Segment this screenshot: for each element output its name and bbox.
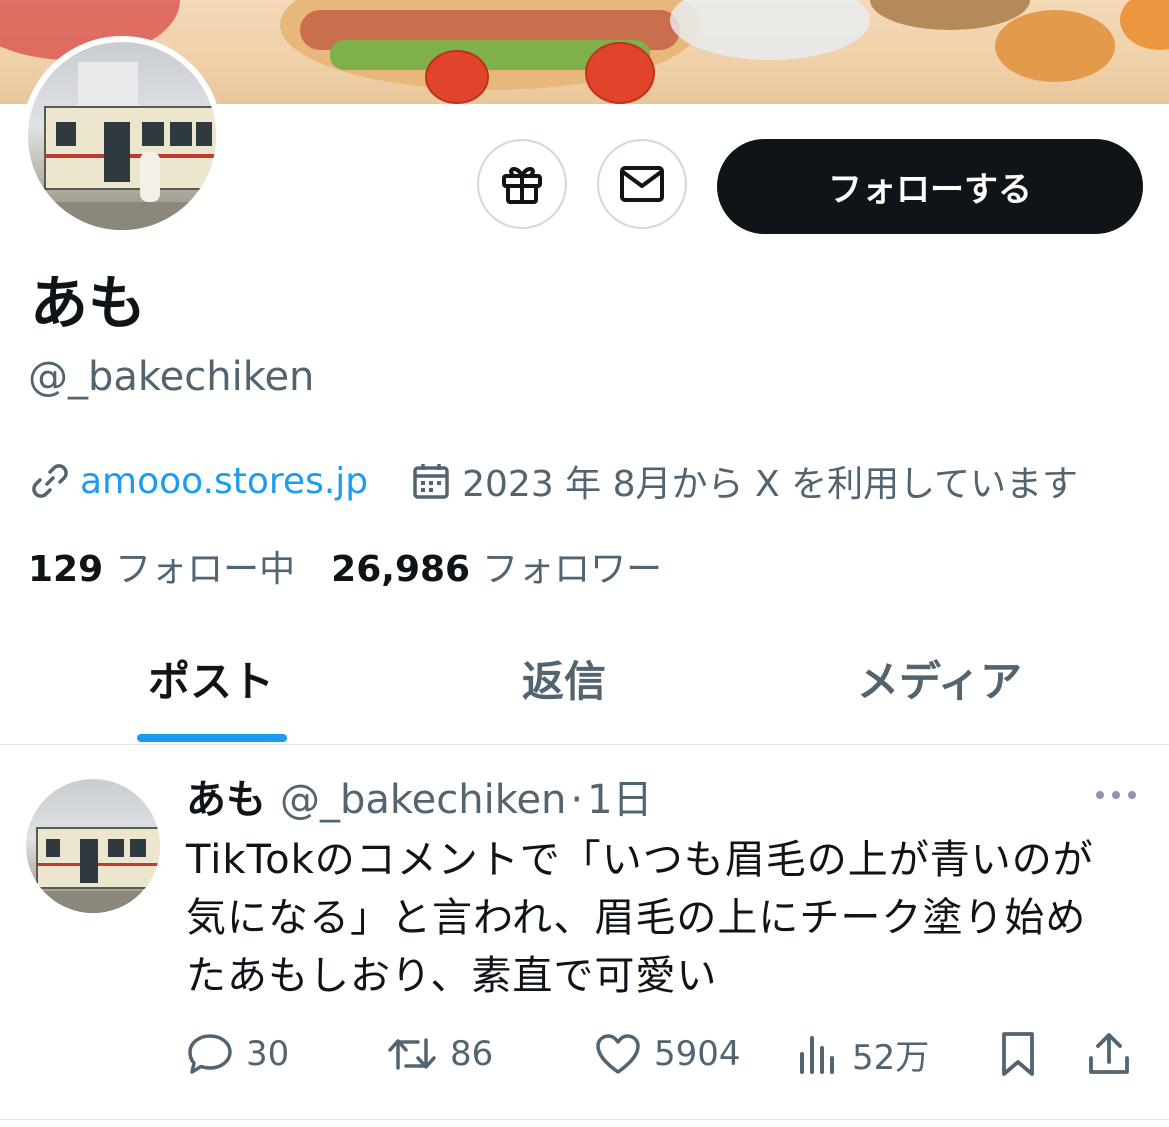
- like-count: 5904: [654, 1034, 741, 1074]
- share-icon: [1089, 1033, 1129, 1074]
- mail-icon: [620, 166, 664, 202]
- profile-website-link[interactable]: amooo.stores.jp: [80, 461, 368, 502]
- post[interactable]: あも @_bakechiken · 1日 TikTokのコメントで「いつも眉毛の上が青…: [0, 745, 1169, 1120]
- link-icon: [32, 464, 68, 498]
- tab-media[interactable]: メディア: [857, 648, 1022, 709]
- profile-tabs: ポスト 返信 メディア: [0, 628, 1169, 745]
- following-stat[interactable]: 129 フォロー中: [28, 540, 295, 592]
- following-count: 129: [28, 549, 104, 590]
- views-button[interactable]: 52万: [796, 1029, 929, 1079]
- repost-icon: [388, 1038, 436, 1070]
- post-author-handle[interactable]: @_bakechiken: [280, 777, 566, 823]
- reply-button[interactable]: 30: [186, 1029, 289, 1079]
- profile-stats: 129 フォロー中 26,986 フォロワー: [28, 540, 662, 592]
- share-button[interactable]: [1086, 1029, 1144, 1079]
- heart-icon: [596, 1034, 640, 1074]
- bookmark-icon: [1002, 1032, 1034, 1076]
- post-header: あも @_bakechiken · 1日: [186, 775, 653, 825]
- post-time[interactable]: 1日: [587, 777, 652, 823]
- profile-name: あも: [30, 269, 147, 337]
- post-separator: ·: [570, 777, 584, 823]
- followers-label: フォロワー: [482, 549, 663, 590]
- tab-replies[interactable]: 返信: [522, 648, 606, 709]
- message-button[interactable]: [597, 139, 687, 229]
- post-avatar[interactable]: [26, 779, 160, 913]
- bookmark-button[interactable]: [998, 1029, 1050, 1079]
- post-text-line: TikTokのコメントで「いつも眉毛の上が青いのが: [186, 837, 1094, 883]
- post-text: TikTokのコメントで「いつも眉毛の上が青いのが 気になる」と言われ、眉毛の上…: [186, 831, 1146, 1005]
- tab-posts[interactable]: ポスト: [148, 648, 274, 709]
- like-button[interactable]: 5904: [594, 1029, 741, 1079]
- followers-count: 26,986: [331, 549, 471, 590]
- profile-joined-date: 2023 年 8月から X を利用しています: [462, 464, 1079, 505]
- profile-handle: @_bakechiken: [28, 354, 315, 400]
- analytics-icon: [800, 1036, 834, 1074]
- followers-stat[interactable]: 26,986 フォロワー: [331, 540, 662, 592]
- profile-avatar[interactable]: [28, 42, 216, 230]
- gift-icon: [502, 167, 542, 204]
- profile-meta: amooo.stores.jp 2023 年 8月から X を利用しています: [30, 456, 1078, 506]
- follow-button[interactable]: フォローする: [717, 139, 1143, 234]
- post-actions: 30 86 5904 52万: [186, 1029, 1146, 1079]
- repost-button[interactable]: 86: [386, 1029, 493, 1079]
- calendar-icon: [413, 464, 449, 499]
- gift-button[interactable]: [477, 139, 567, 229]
- active-tab-indicator: [137, 734, 287, 742]
- repost-count: 86: [450, 1034, 494, 1074]
- views-count: 52万: [852, 1037, 930, 1078]
- following-label: フォロー中: [115, 549, 296, 590]
- post-text-line: 気になる」と言われ、眉毛の上にチーク塗り始め: [186, 895, 1087, 941]
- reply-icon: [188, 1034, 232, 1074]
- post-text-line: たあもしおり、素直で可愛い: [186, 953, 718, 999]
- reply-count: 30: [246, 1034, 290, 1074]
- post-author-name[interactable]: あも: [186, 777, 266, 823]
- more-options-icon[interactable]: [1094, 785, 1138, 805]
